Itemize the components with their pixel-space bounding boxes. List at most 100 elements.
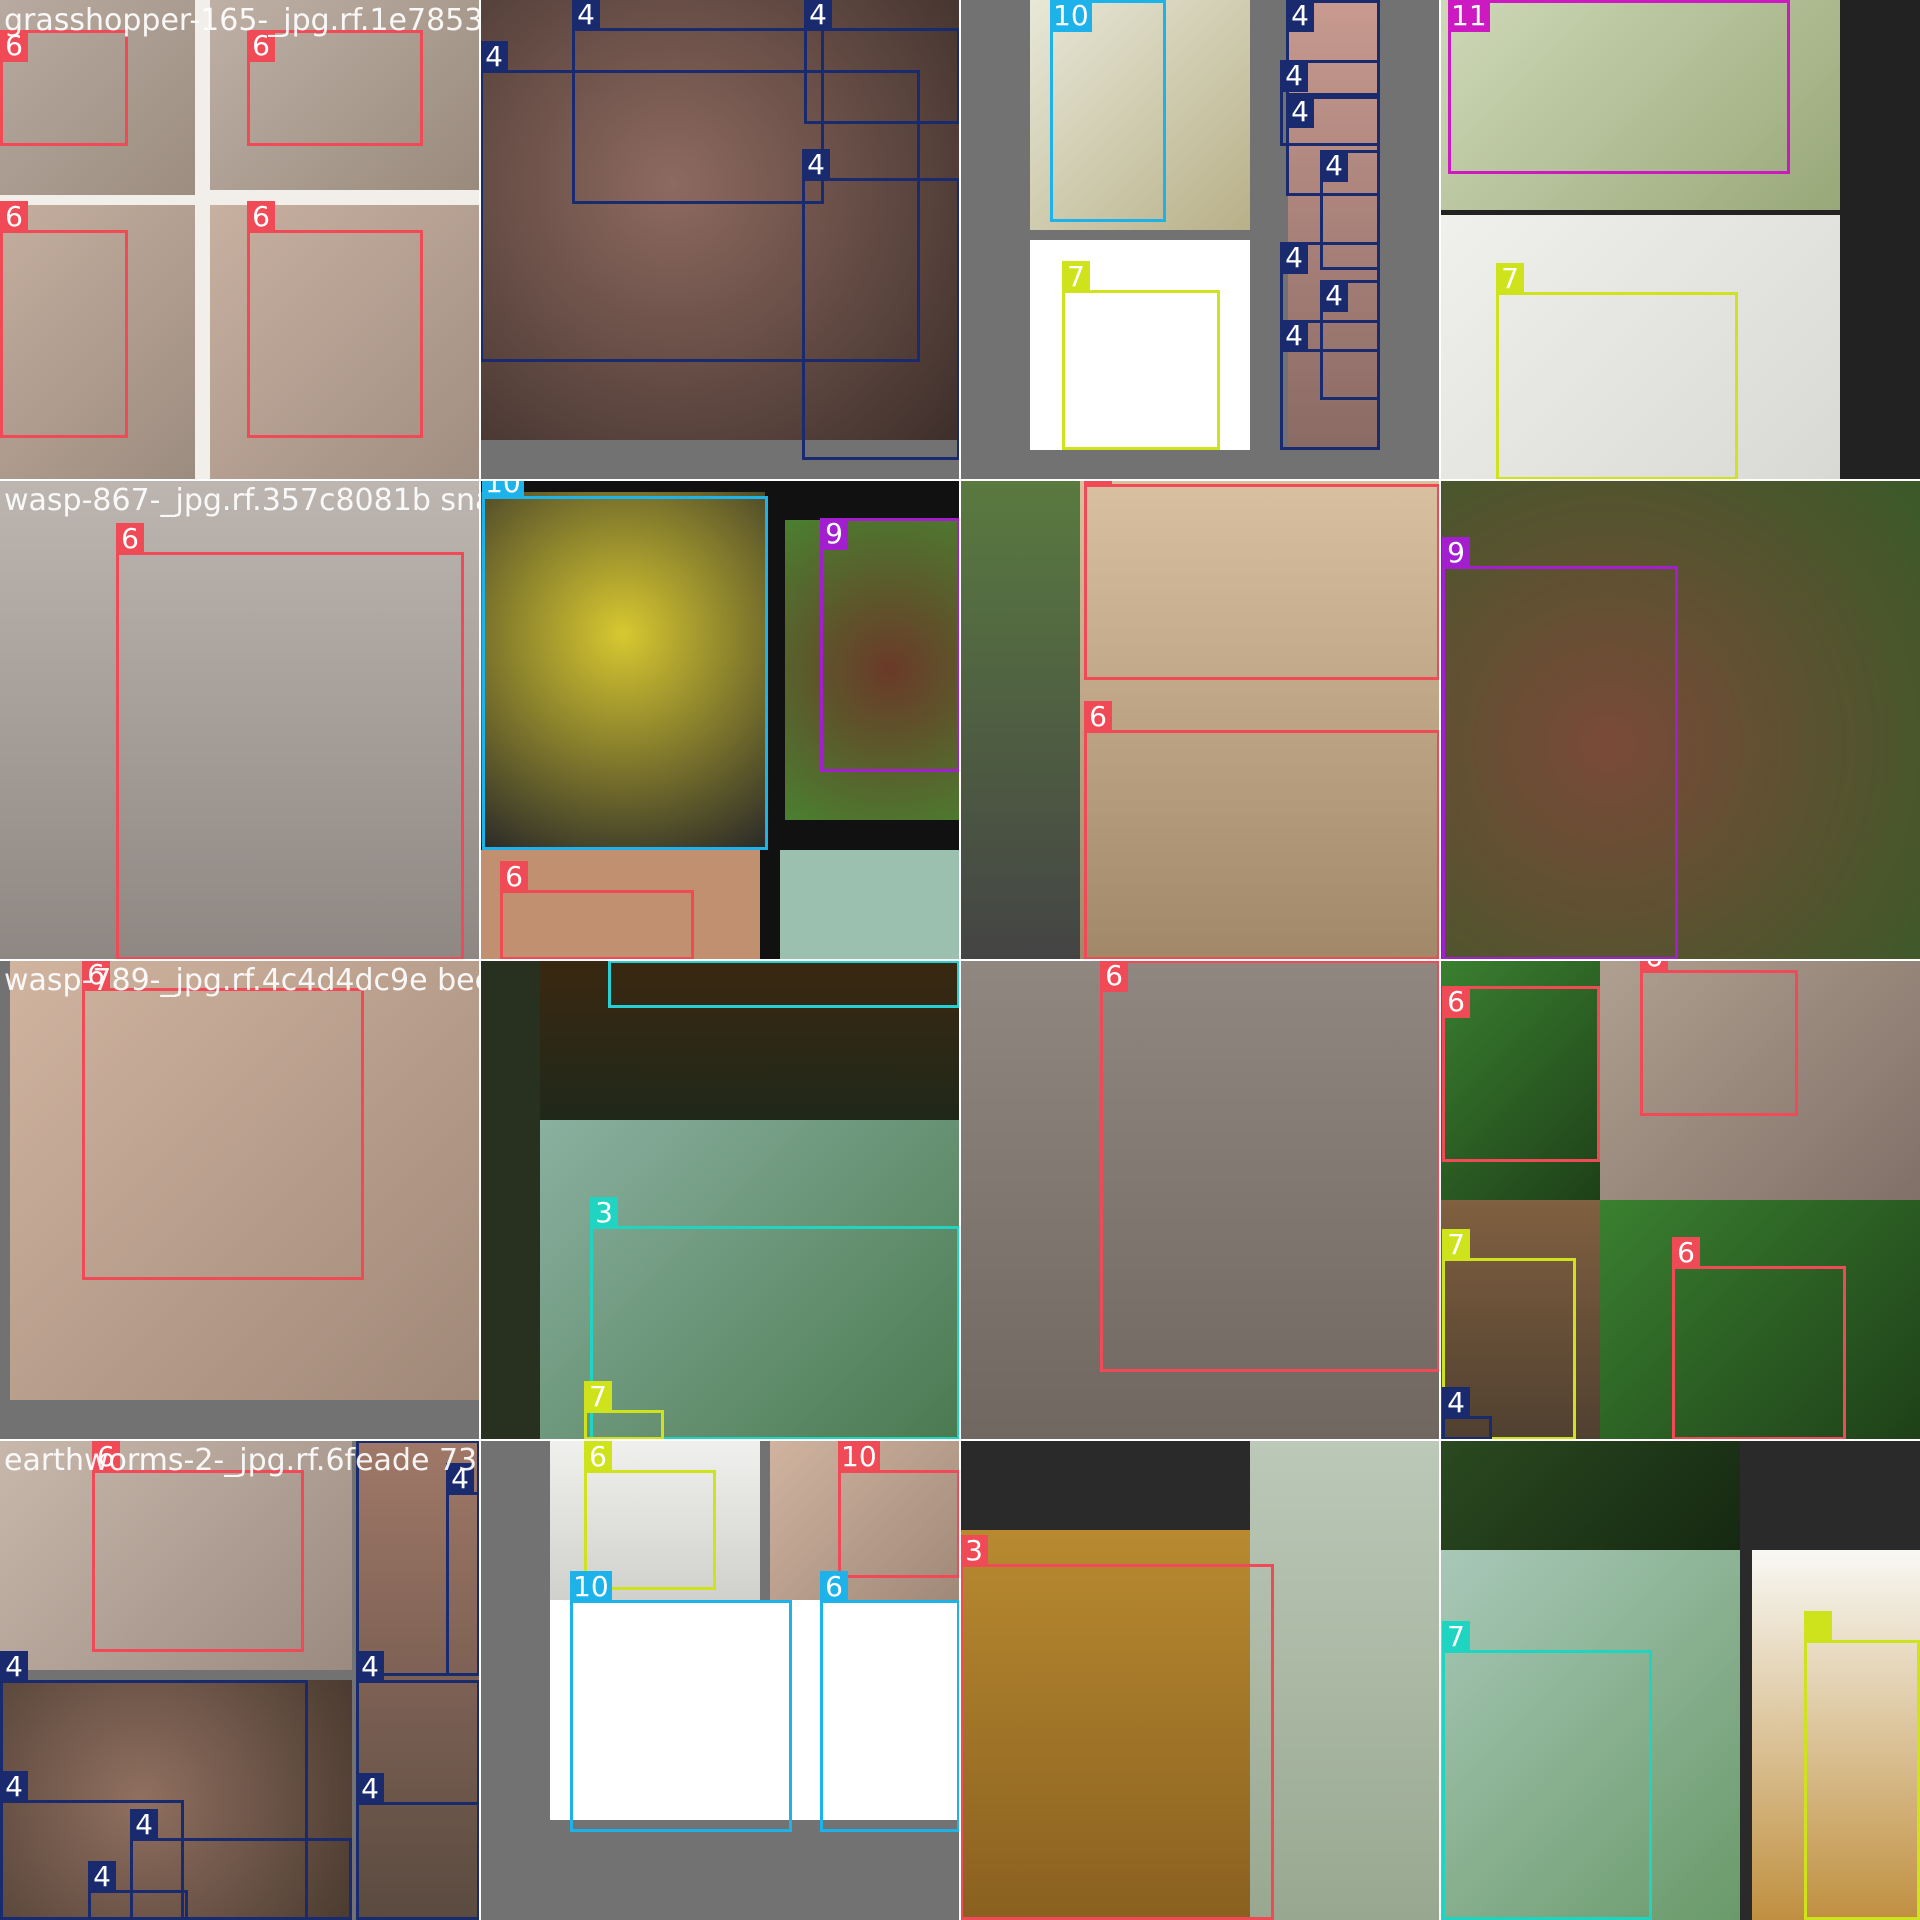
class-id-label: 4 [1280, 242, 1308, 274]
detection-box: 1 [608, 960, 960, 1008]
detection-box: 3 [590, 1197, 960, 1440]
class-id-label: 7 [1062, 261, 1090, 293]
detection-box: 6 [1640, 960, 1798, 1116]
tile-mantis-moth: 6 6 7 6 4 [1440, 960, 1920, 1440]
detection-box: 4 [572, 0, 824, 204]
detection-box: 6 [1084, 480, 1440, 680]
class-id-label: 4 [572, 0, 600, 31]
detection-box: 4 [356, 1773, 480, 1920]
tile-grasshopper-earthworms: earthworms-2-_jpg.rf.6feade 738 3 a 2c60… [0, 1440, 480, 1920]
class-id-label: 4 [1320, 150, 1348, 182]
class-id-label: 4 [1320, 280, 1348, 312]
class-id-label: 6 [584, 1441, 612, 1473]
class-id-label: 6 [247, 201, 275, 233]
leaf-photo [1250, 1440, 1440, 1920]
tile-divider [0, 1439, 1920, 1441]
detection-box: 9 [1442, 537, 1678, 960]
class-id-label [1804, 1611, 1832, 1643]
detection-box: 6 [1442, 986, 1600, 1162]
class-id-label: 7 [1496, 263, 1524, 295]
class-id-label: 6 [820, 1571, 848, 1603]
detection-box: 6 [500, 861, 694, 960]
class-id-label: 4 [88, 1861, 116, 1893]
detection-box: 9 [820, 518, 960, 772]
class-id-label: 4 [0, 1771, 28, 1803]
detection-box: 7 [584, 1381, 664, 1440]
detection-box: 7 [1062, 261, 1220, 450]
class-id-label: 6 [1442, 986, 1470, 1018]
detection-box: 6 [1100, 960, 1440, 1372]
tile-moth-wasps: 6 10 10 6 [480, 1440, 960, 1920]
class-id-label: 4 [356, 1773, 384, 1805]
leaf-photo [960, 480, 1080, 960]
tile-caterpillar-moth: 7 [1440, 1440, 1920, 1920]
class-id-label: 10 [482, 480, 524, 499]
class-id-label: 4 [1442, 1387, 1470, 1419]
class-id-label: 7 [1442, 1229, 1470, 1261]
detection-box [1804, 1611, 1920, 1920]
detection-box: 4 [804, 0, 960, 124]
grass-photo [1440, 1440, 1740, 1550]
class-id-label: 6 [1672, 1237, 1700, 1269]
detection-box: 4 [1320, 150, 1380, 270]
class-id-label: 4 [1286, 0, 1314, 32]
class-id-label: 6 [1084, 701, 1112, 733]
tile-filename-label: wasp-789-_jpg.rf.4c4d4dc9e bee-1250-_jpg… [4, 963, 480, 998]
class-id-label: 9 [1442, 537, 1470, 569]
detection-box: 3 [960, 1535, 1274, 1920]
tile-grasshopper-tilted: wasp-789-_jpg.rf.4c4d4dc9e bee-1250-_jpg… [0, 960, 480, 1440]
tile-wood-grasshopper: 6 6 [960, 480, 1440, 960]
class-id-label: 9 [820, 518, 848, 550]
class-id-label: 11 [1448, 0, 1490, 32]
detection-box: 6 [1084, 701, 1440, 960]
class-id-label: 10 [1050, 0, 1092, 32]
class-id-label: 4 [804, 0, 832, 31]
class-id-label: 4 [130, 1809, 158, 1841]
detection-box: 6 [1672, 1237, 1846, 1440]
mosaic-grid: grasshopper-165-_jpg.rf.1e78534 pillar32… [0, 0, 1920, 1920]
class-id-label: 10 [838, 1441, 880, 1473]
class-id-label: 7 [584, 1381, 612, 1413]
detection-box: 7 [1496, 263, 1738, 480]
tile-filename-label: earthworms-2-_jpg.rf.6feade 738 3 a 2c60… [4, 1443, 480, 1478]
tile-bee-caterpillar: 1 3 7 [480, 960, 960, 1440]
class-id-label: 4 [1280, 60, 1308, 92]
tile-wood-leaf: 3 [960, 1440, 1440, 1920]
tile-filename-label: wasp-867-_jpg.rf.357c8081b snail-798-_jp… [4, 483, 480, 518]
tile-leaf-moth: 11 7 [1440, 0, 1920, 480]
detection-box: 4 [88, 1861, 188, 1920]
detection-box: 10 [570, 1571, 792, 1832]
class-id-label: 7 [1442, 1621, 1470, 1653]
tile-grasshopper-large: wasp-867-_jpg.rf.357c8081b snail-798-_jp… [0, 480, 480, 960]
class-id-label: 6 [1084, 480, 1112, 487]
class-id-label: 6 [500, 861, 528, 893]
class-id-label: 6 [116, 523, 144, 555]
class-id-label: 10 [570, 1571, 612, 1603]
detection-box: 4 [446, 1463, 480, 1676]
class-id-label: 4 [802, 149, 830, 181]
class-id-label: 4 [0, 1651, 28, 1683]
detection-box: 10 [1050, 0, 1166, 222]
tile-grasshopper-grid: grasshopper-165-_jpg.rf.1e78534 pillar32… [0, 0, 480, 480]
detection-box: 4 [802, 149, 960, 460]
detection-box: 10 [482, 480, 768, 850]
tile-filename-label: grasshopper-165-_jpg.rf.1e78534 pillar32… [4, 3, 480, 38]
class-id-label: 6 [1100, 960, 1128, 992]
detection-box: 6 [247, 201, 423, 438]
tile-wasp-snail: 10 9 6 [480, 480, 960, 960]
tile-divider [0, 479, 1920, 481]
tile-grasshopper-blurred: 6 [960, 960, 1440, 1440]
detection-box: 11 [1448, 0, 1790, 174]
tile-earthworm-closeup: 4 4 4 4 [480, 0, 960, 480]
detection-box: 4 [1320, 280, 1380, 400]
detection-box: 6 [0, 30, 128, 146]
detection-box: 6 [247, 30, 423, 146]
class-id-label: 4 [356, 1651, 384, 1683]
tile-snail-large: 9 [1440, 480, 1920, 960]
class-id-label: 4 [1280, 320, 1308, 352]
detection-box: 10 [838, 1441, 960, 1578]
class-id-label: 3 [590, 1197, 618, 1229]
detection-box: 6 [820, 1571, 960, 1832]
class-id-label: 6 [1640, 960, 1668, 973]
class-id-label: 3 [960, 1535, 988, 1567]
